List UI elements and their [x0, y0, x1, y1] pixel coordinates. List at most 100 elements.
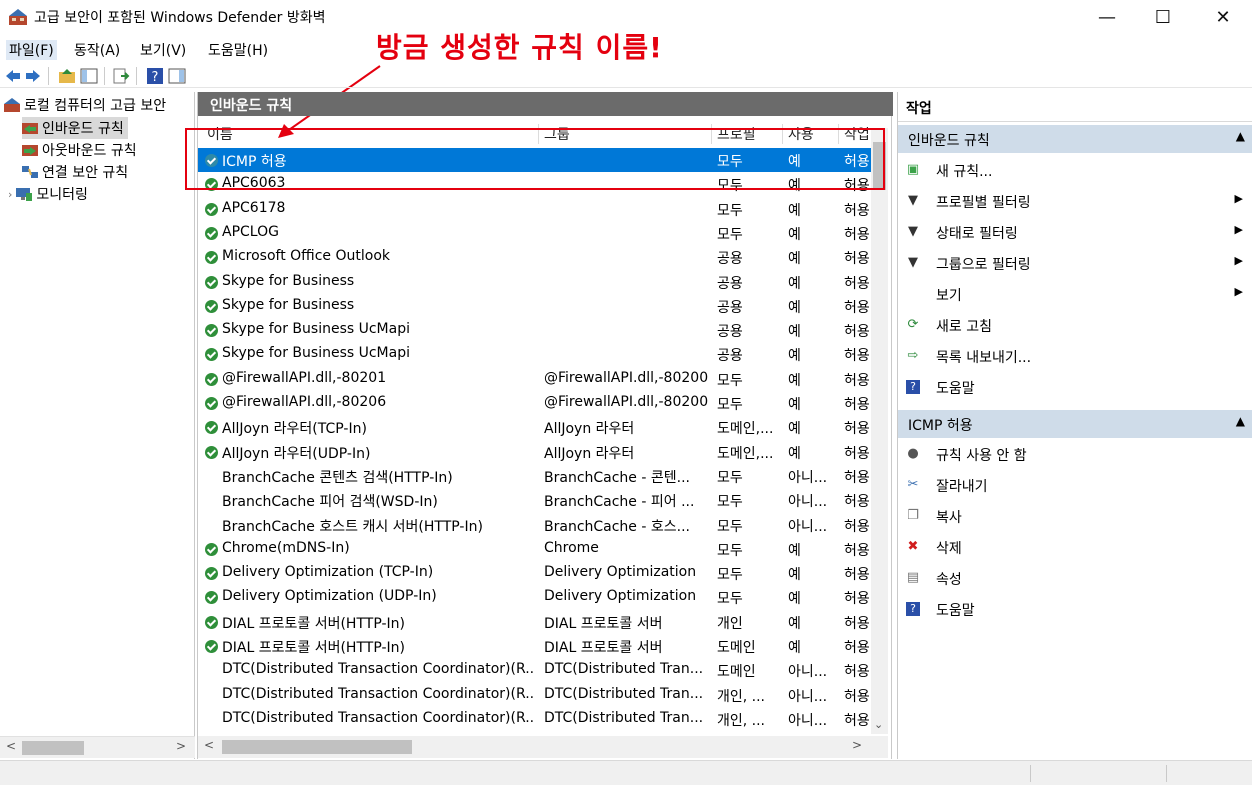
menu-view[interactable]: 보기(V) — [140, 40, 186, 60]
action-item[interactable]: ▼ 상태로 필터링 ▶ — [898, 218, 1252, 246]
action-item[interactable]: ● 규칙 사용 안 함 — [898, 440, 1252, 468]
action-item[interactable]: ⇨ 목록 내보내기... — [898, 342, 1252, 370]
tree-item-outbound-rules[interactable]: 아웃바운드 규칙 — [22, 139, 137, 161]
rule-action-cell: 허용 — [844, 324, 870, 341]
menu-action[interactable]: 동작(A) — [74, 40, 120, 60]
rule-action-cell: 허용 — [844, 372, 870, 389]
rule-name-cell: Skype for Business UcMapi — [222, 321, 410, 338]
table-row[interactable]: APCLOG 모두 예 허용 — [198, 221, 871, 245]
table-row[interactable]: Skype for Business 공용 예 허용 — [198, 294, 871, 318]
rule-profile-cell: 모두 — [717, 518, 743, 535]
table-row[interactable]: Delivery Optimization (TCP-In) Delivery O… — [198, 561, 871, 585]
tree-item-connection-security-rules[interactable]: 연결 보안 규칙 — [22, 161, 128, 183]
help-icon: ? — [906, 380, 920, 394]
action-item[interactable]: ▤ 속성 — [898, 564, 1252, 592]
rule-profile-cell: 공용 — [717, 299, 743, 316]
action-item[interactable]: ❐ 복사 — [898, 502, 1252, 530]
back-arrow-icon[interactable] — [4, 67, 22, 85]
expand-chevron-icon[interactable]: › — [8, 188, 12, 201]
action-group-icmp-allow[interactable]: ICMP 허용 ▲ — [898, 410, 1252, 438]
rule-name-cell: Delivery Optimization (UDP-In) — [222, 588, 437, 605]
rule-enabled-cell: 아니... — [788, 688, 828, 705]
menu-help[interactable]: 도움말(H) — [208, 40, 268, 60]
scroll-left-icon[interactable]: < — [204, 738, 214, 752]
action-group-label: 인바운드 규칙 — [908, 133, 990, 149]
minimize-button[interactable]: — — [1084, 0, 1130, 34]
close-button[interactable]: ✕ — [1200, 0, 1246, 34]
outbound-rules-icon — [22, 145, 38, 156]
table-row[interactable]: Skype for Business UcMapi 공용 예 허용 — [198, 318, 871, 342]
rule-name-cell: APC6178 — [222, 199, 286, 216]
table-row[interactable]: DIAL 프로토콜 서버(HTTP-In) DIAL 프로토콜 서버 도메인 예 허용 — [198, 634, 871, 658]
table-row[interactable]: DIAL 프로토콜 서버(HTTP-In) DIAL 프로토콜 서버 개인 예 허용 — [198, 610, 871, 634]
action-item-label: 프로필별 필터링 — [936, 195, 1031, 211]
new-rule-icon: ▣ — [906, 162, 920, 177]
tree-horizontal-scrollbar[interactable]: < > — [0, 736, 195, 758]
table-row[interactable]: BranchCache 호스트 캐시 서버(HTTP-In) BranchCach… — [198, 513, 871, 537]
export-list-icon[interactable] — [112, 67, 130, 85]
table-row[interactable]: Delivery Optimization (UDP-In) Delivery O… — [198, 585, 871, 609]
menu-file[interactable]: 파일(F) — [6, 40, 57, 60]
rules-pane: 인바운드 규칙 이름 그룹 프로필 사용 작업 ICMP 허용 모두 예 허용 APC6… — [197, 92, 893, 759]
toolbar-separator — [48, 67, 49, 85]
properties-icon: ▤ — [906, 570, 920, 585]
table-row[interactable]: @FirewallAPI.dll,-80201 @FirewallAPI.dll,… — [198, 367, 871, 391]
enabled-check-icon — [205, 275, 218, 289]
enabled-check-icon — [205, 421, 218, 435]
table-row[interactable]: AllJoyn 라우터(UDP-In) AllJoyn 라우터 도메인,... 예 허용 — [198, 440, 871, 464]
tree-root[interactable]: 로컬 컴퓨터의 고급 보안 — [4, 94, 166, 116]
action-item[interactable]: ▣ 새 규칙... — [898, 156, 1252, 184]
collapse-up-icon[interactable]: ▲ — [1236, 414, 1245, 428]
scroll-down-icon[interactable]: ⌄ — [874, 718, 883, 731]
table-row[interactable]: Skype for Business 공용 예 허용 — [198, 270, 871, 294]
rule-profile-cell: 도메인,... — [717, 421, 774, 438]
table-row[interactable]: DTC(Distributed Transaction Coordinator)… — [198, 658, 871, 682]
action-item[interactable]: ? 도움말 — [898, 373, 1252, 401]
enabled-check-icon — [205, 299, 218, 313]
maximize-button[interactable]: ☐ — [1140, 0, 1186, 34]
table-row[interactable]: AllJoyn 라우터(TCP-In) AllJoyn 라우터 도메인,... 예 허용 — [198, 415, 871, 439]
rules-horizontal-scrollbar[interactable]: < > — [198, 736, 888, 758]
action-item[interactable]: ? 도움말 — [898, 595, 1252, 623]
table-row[interactable]: DTC(Distributed Transaction Coordinator)… — [198, 683, 871, 707]
up-folder-icon[interactable] — [58, 67, 76, 85]
action-item[interactable]: ✖ 삭제 — [898, 533, 1252, 561]
rule-group-cell: @FirewallAPI.dll,-80200 — [544, 394, 708, 410]
rule-profile-cell: 개인 — [717, 615, 743, 632]
collapse-up-icon[interactable]: ▲ — [1236, 129, 1245, 143]
rules-hscroll-thumb[interactable] — [222, 740, 412, 754]
monitoring-icon — [16, 188, 33, 201]
rule-name-cell: DTC(Distributed Transaction Coordinator)… — [222, 685, 534, 702]
table-row[interactable]: BranchCache 콘텐츠 검색(HTTP-In) BranchCache -… — [198, 464, 871, 488]
tree-scroll-thumb[interactable] — [22, 741, 84, 755]
action-item-label: 보기 — [936, 288, 962, 304]
action-item[interactable]: 보기 ▶ — [898, 280, 1252, 308]
scroll-left-icon[interactable]: < — [6, 739, 16, 753]
action-group-inbound-rules[interactable]: 인바운드 규칙 ▲ — [898, 125, 1252, 153]
action-item[interactable]: ✂ 잘라내기 — [898, 471, 1252, 499]
show-hide-action-pane-icon[interactable] — [168, 67, 186, 85]
action-item[interactable]: ▼ 프로필별 필터링 ▶ — [898, 187, 1252, 215]
scroll-right-icon[interactable]: > — [176, 739, 186, 753]
help-icon: ? — [906, 602, 920, 616]
help-icon[interactable]: ? — [146, 67, 164, 85]
table-row[interactable]: BranchCache 피어 검색(WSD-In) BranchCache - 피… — [198, 488, 871, 512]
forward-arrow-icon[interactable] — [24, 67, 42, 85]
show-hide-console-tree-icon[interactable] — [80, 67, 98, 85]
action-item-label: 새 규칙... — [936, 164, 993, 180]
rules-vertical-scrollbar[interactable]: ⌄ — [871, 128, 888, 734]
rule-action-cell: 허용 — [844, 688, 870, 705]
action-item[interactable]: ▼ 그룹으로 필터링 ▶ — [898, 249, 1252, 277]
action-item[interactable]: ⟳ 새로 고침 — [898, 311, 1252, 339]
enabled-check-icon — [205, 591, 218, 605]
rule-name-cell: DTC(Distributed Transaction Coordinator)… — [222, 661, 534, 678]
scroll-right-icon[interactable]: > — [852, 738, 862, 752]
tree-item-inbound-rules[interactable]: 인바운드 규칙 — [22, 117, 128, 139]
table-row[interactable]: Chrome(mDNS-In) Chrome 모두 예 허용 — [198, 537, 871, 561]
table-row[interactable]: Skype for Business UcMapi 공용 예 허용 — [198, 342, 871, 366]
table-row[interactable]: Microsoft Office Outlook 공용 예 허용 — [198, 245, 871, 269]
tree-item-monitoring[interactable]: › 모니터링 — [8, 183, 88, 205]
table-row[interactable]: @FirewallAPI.dll,-80206 @FirewallAPI.dll,… — [198, 391, 871, 415]
table-row[interactable]: APC6178 모두 예 허용 — [198, 197, 871, 221]
table-row[interactable]: DTC(Distributed Transaction Coordinator)… — [198, 707, 871, 731]
